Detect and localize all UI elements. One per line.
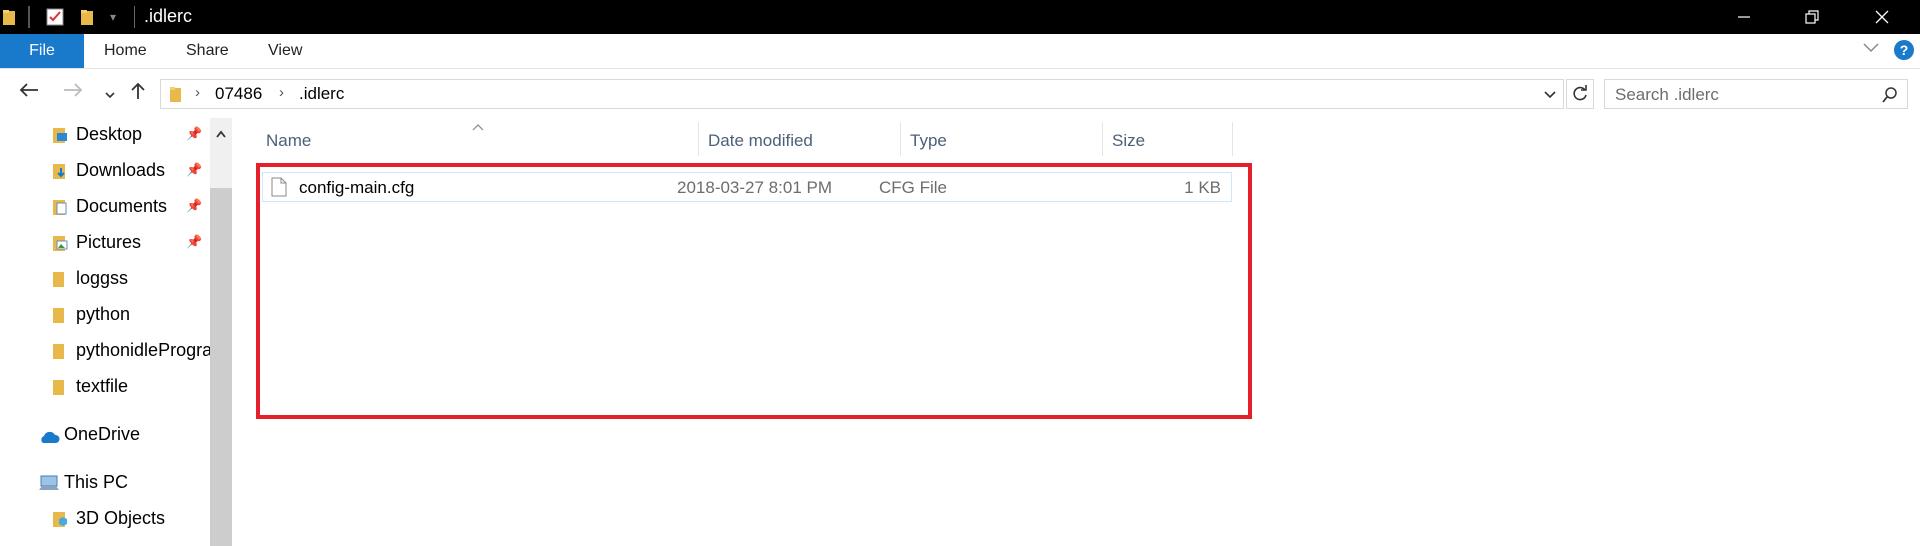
restore-button[interactable] [1780,0,1844,34]
folder-icon [52,378,66,401]
column-header-label: Size [1112,131,1146,150]
nav-item-label: loggss [76,268,129,288]
nav-item-python[interactable]: python [0,298,200,332]
close-button[interactable] [1850,0,1914,34]
toolbar-divider [134,6,135,28]
column-header-name[interactable]: Name [256,118,720,158]
3d-objects-folder-icon [52,510,68,533]
column-header-label: Type [910,131,947,150]
onedrive-cloud-icon [38,428,60,449]
nav-item-3d-objects[interactable]: 3D Objects [0,502,200,536]
recent-locations-button[interactable] [104,84,116,107]
help-icon[interactable]: ? [1894,40,1914,60]
pin-icon[interactable]: 📌 [186,198,202,214]
pin-icon[interactable]: 📌 [186,162,202,178]
pictures-folder-icon [52,234,68,257]
column-header-date-modified[interactable]: Date modified [698,118,900,158]
chevron-down-icon [1544,91,1556,99]
up-arrow-icon [131,82,145,99]
nav-item-label: textfile [76,376,129,396]
column-divider[interactable] [1232,122,1233,156]
search-box[interactable]: Search .idlerc [1604,79,1908,109]
nav-item-label: Downloads [76,160,166,180]
tab-view[interactable]: View [268,42,302,60]
chevron-down-icon [105,92,115,99]
up-button[interactable] [128,81,148,107]
tab-file[interactable]: File [0,34,84,68]
nav-item-label: Desktop [76,124,143,144]
address-history-dropdown[interactable] [1543,88,1557,106]
breadcrumb-idlerc[interactable]: .idlerc [299,84,344,104]
forward-arrow-icon [64,83,83,97]
close-icon [1875,10,1889,24]
column-header-size[interactable]: Size [1102,118,1232,158]
documents-folder-icon [52,198,68,221]
desktop-folder-icon [52,126,68,149]
navigation-scrollbar[interactable] [210,118,232,546]
nav-item-label: pythonidleProgra [76,340,210,360]
annotation-highlight-box [256,163,1252,419]
pin-icon[interactable]: 📌 [186,234,202,250]
new-folder-icon[interactable] [80,8,96,26]
folder-icon [2,8,18,26]
window-title: .idlerc [144,6,193,26]
restore-icon [1805,10,1819,24]
nav-item-label: python [76,304,131,324]
minimize-icon [1738,16,1750,18]
computer-icon [38,474,60,497]
scroll-thumb[interactable] [210,188,232,546]
folder-icon [52,342,66,365]
downloads-folder-icon [52,162,68,185]
column-header-label: Name [266,131,312,150]
pin-icon[interactable]: 📌 [186,126,202,142]
toolbar-divider [28,6,30,28]
refresh-icon [1573,85,1587,101]
chevron-up-icon [216,130,226,138]
nav-item-label: 3D Objects [76,508,166,528]
title-bar: ▾ .idlerc [0,0,1920,34]
folder-icon [52,306,66,329]
expand-ribbon-icon[interactable] [1862,40,1880,57]
breadcrumb-07486[interactable]: 07486 [215,84,262,104]
address-row: › 07486 › .idlerc Search .idlerc [0,68,1920,118]
folder-icon [52,270,66,293]
nav-item-label: Pictures [76,232,142,252]
tab-home[interactable]: Home [104,42,147,60]
nav-item-loggss[interactable]: loggss [0,262,200,296]
nav-item-textfile[interactable]: textfile [0,370,200,404]
breadcrumb-separator-icon[interactable]: › [279,84,284,101]
back-arrow-icon [19,83,38,97]
column-header-type[interactable]: Type [900,118,1102,158]
column-header-label: Date modified [708,131,813,150]
customize-toolbar-icon[interactable]: ▾ [110,10,116,28]
breadcrumb-separator-icon[interactable]: › [195,84,200,101]
nav-item-pictures[interactable]: Pictures 📌 [0,226,202,260]
minimize-button[interactable] [1712,0,1776,34]
nav-item-pythonidleprogra[interactable]: pythonidleProgra [0,334,210,368]
search-placeholder: Search .idlerc [1615,85,1719,104]
properties-icon[interactable] [46,8,64,26]
nav-item-desktop[interactable]: Desktop 📌 [0,118,202,152]
folder-icon [169,85,183,108]
nav-item-label: Documents [76,196,168,216]
forward-button[interactable] [62,81,84,105]
address-bar[interactable]: › 07486 › .idlerc [160,79,1564,109]
nav-item-documents[interactable]: Documents 📌 [0,190,202,224]
navigation-pane: Desktop 📌 Downloads 📌 Documents 📌 Pictur… [0,118,210,546]
nav-item-onedrive[interactable]: OneDrive [0,418,200,452]
refresh-button[interactable] [1566,79,1594,109]
nav-item-downloads[interactable]: Downloads 📌 [0,154,202,188]
nav-item-this-pc[interactable]: This PC [0,466,200,500]
scroll-up-button[interactable] [210,118,232,150]
ribbon: File Home Share View ? [0,34,1920,69]
nav-item-label: OneDrive [64,424,141,444]
tab-share[interactable]: Share [186,42,229,60]
back-button[interactable] [18,81,40,105]
nav-item-label: This PC [64,472,129,492]
search-icon [1881,86,1899,109]
